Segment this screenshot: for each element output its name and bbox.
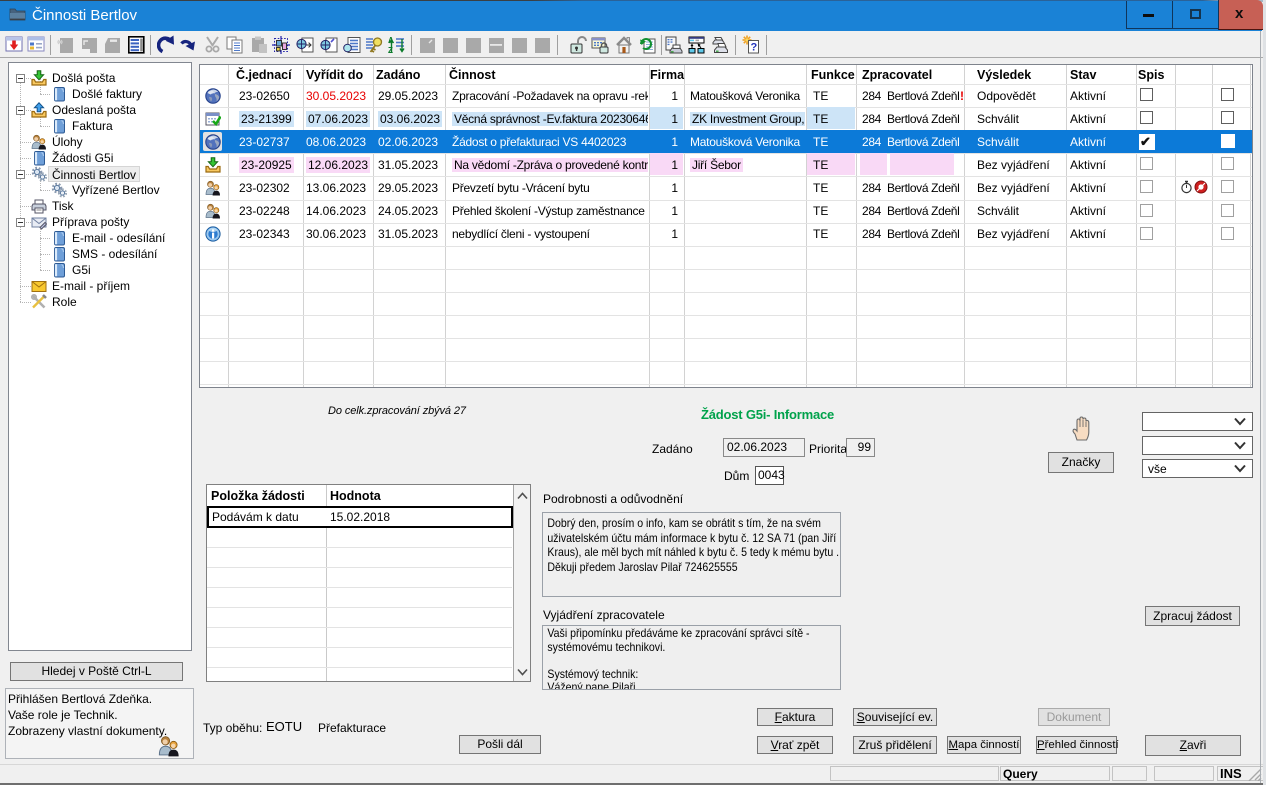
svg-text:Z: Z — [388, 46, 393, 54]
svg-text:?: ? — [751, 42, 758, 54]
